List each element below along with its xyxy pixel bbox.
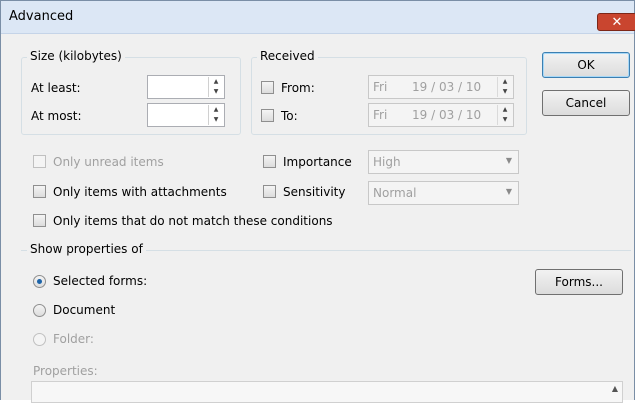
to-day-of-week: Fri <box>373 108 388 122</box>
only-unread-label: Only unread items <box>53 155 164 169</box>
sensitivity-checkbox[interactable] <box>263 185 276 198</box>
properties-label: Properties: <box>33 364 98 378</box>
to-date-spin[interactable]: ▲ ▼ <box>497 105 512 125</box>
sensitivity-value: Normal <box>373 186 417 200</box>
at-least-label: At least: <box>31 81 81 95</box>
chevron-down-icon: ▼ <box>505 187 512 196</box>
close-button[interactable]: ✕ <box>597 13 635 31</box>
importance-label: Importance <box>283 155 352 169</box>
spin-down-icon[interactable]: ▼ <box>498 115 512 125</box>
spin-up-icon[interactable]: ▲ <box>498 105 512 115</box>
size-group-label: Size (kilobytes) <box>27 49 125 63</box>
document-label: Document <box>53 303 116 317</box>
spin-down-icon[interactable]: ▼ <box>498 87 512 97</box>
selected-forms-label: Selected forms: <box>53 274 148 288</box>
from-date-value: 19 / 03 / 10 <box>412 80 482 94</box>
at-least-spinner[interactable]: ▲ ▼ <box>147 75 225 99</box>
importance-value: High <box>373 155 401 169</box>
spin-down-icon[interactable]: ▼ <box>209 115 223 125</box>
spin-up-icon[interactable]: ▲ <box>209 77 223 87</box>
scroll-up-icon[interactable]: ▲ <box>612 384 618 393</box>
to-checkbox[interactable] <box>261 109 274 122</box>
not-match-checkbox[interactable] <box>33 214 46 227</box>
title-bar: Advanced ✕ <box>1 1 635 34</box>
to-label: To: <box>281 109 298 123</box>
from-checkbox[interactable] <box>261 81 274 94</box>
not-match-label: Only items that do not match these condi… <box>53 214 333 228</box>
importance-dropdown[interactable]: High ▼ <box>368 150 519 174</box>
only-unread-checkbox[interactable] <box>33 155 46 168</box>
at-least-spin-buttons[interactable]: ▲ ▼ <box>208 77 223 97</box>
advanced-dialog: Advanced ✕ Size (kilobytes) At least: ▲ … <box>0 0 635 403</box>
from-date-picker[interactable]: Fri 19 / 03 / 10 ▲ ▼ <box>368 75 514 99</box>
at-most-spin-buttons[interactable]: ▲ ▼ <box>208 105 223 125</box>
folder-label: Folder: <box>53 332 94 346</box>
to-date-picker[interactable]: Fri 19 / 03 / 10 ▲ ▼ <box>368 103 514 127</box>
properties-list[interactable]: ▲ <box>31 381 623 403</box>
received-group-label: Received <box>257 49 318 63</box>
from-date-spin[interactable]: ▲ ▼ <box>497 77 512 97</box>
from-day-of-week: Fri <box>373 80 388 94</box>
only-attachments-label: Only items with attachments <box>53 185 227 199</box>
spin-up-icon[interactable]: ▲ <box>498 77 512 87</box>
close-icon: ✕ <box>611 15 623 30</box>
from-label: From: <box>281 81 315 95</box>
at-most-spinner[interactable]: ▲ ▼ <box>147 103 225 127</box>
spin-up-icon[interactable]: ▲ <box>209 105 223 115</box>
to-date-value: 19 / 03 / 10 <box>412 108 482 122</box>
at-most-label: At most: <box>31 109 82 123</box>
importance-checkbox[interactable] <box>263 155 276 168</box>
chevron-down-icon: ▼ <box>505 156 512 165</box>
only-attachments-checkbox[interactable] <box>33 185 46 198</box>
show-properties-label: Show properties of <box>27 242 146 256</box>
spin-down-icon[interactable]: ▼ <box>209 87 223 97</box>
sensitivity-label: Sensitivity <box>283 185 346 199</box>
folder-radio[interactable] <box>33 333 46 346</box>
cancel-button[interactable]: Cancel <box>542 90 630 116</box>
selected-forms-radio[interactable] <box>33 275 46 288</box>
forms-button[interactable]: Forms... <box>535 269 623 295</box>
ok-button[interactable]: OK <box>542 52 630 78</box>
sensitivity-dropdown[interactable]: Normal ▼ <box>368 181 519 205</box>
window-title: Advanced <box>9 9 74 24</box>
document-radio[interactable] <box>33 304 46 317</box>
